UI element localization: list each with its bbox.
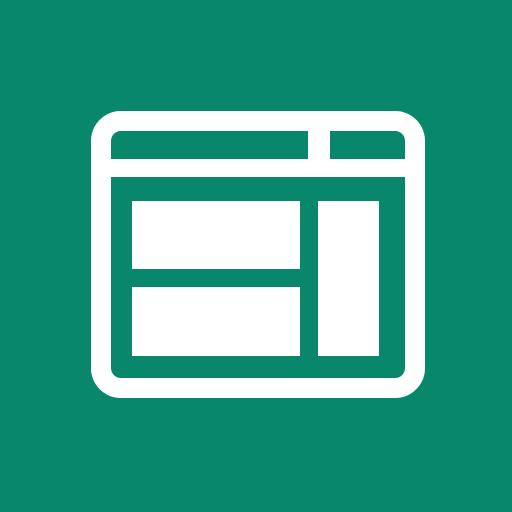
panel-right bbox=[318, 201, 379, 356]
title-bar-divider bbox=[308, 121, 330, 169]
title-bar bbox=[101, 159, 415, 177]
panel-bottom-left bbox=[132, 287, 300, 356]
app-icon-tile bbox=[0, 0, 512, 512]
layout-window-icon bbox=[0, 0, 512, 512]
panel-top-left bbox=[132, 201, 300, 269]
